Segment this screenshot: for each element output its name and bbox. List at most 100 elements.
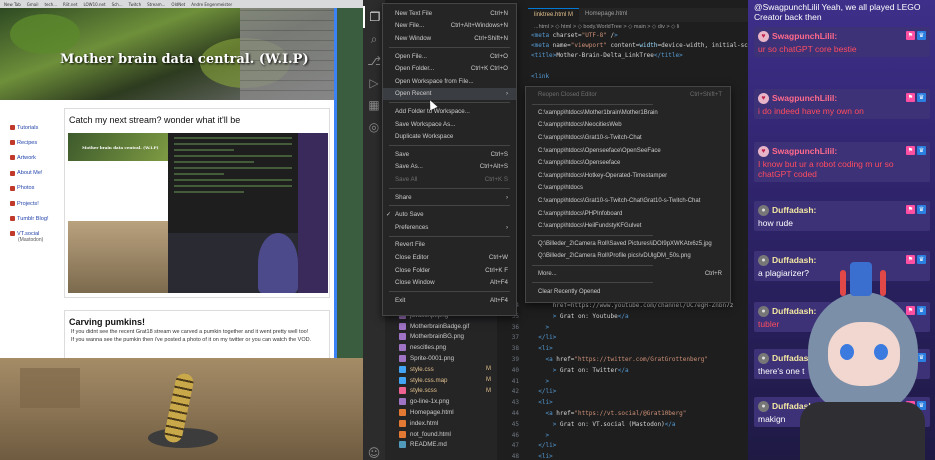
bookmark-item[interactable]: Riit.net (63, 2, 77, 7)
user-avatar-icon[interactable]: ● (758, 254, 769, 266)
bookmark-item[interactable]: New Tab (4, 2, 21, 7)
account-icon[interactable]: ☺ (363, 442, 385, 460)
code-line[interactable]: 35 > Grat on: Youtube</a (497, 313, 748, 324)
bookmark-item[interactable]: Sch... (112, 2, 123, 7)
menu-item[interactable]: C:\xampp\htdocs (526, 182, 730, 195)
code-line[interactable] (497, 63, 748, 74)
chat-username[interactable]: Duffadash: (772, 205, 816, 215)
explorer-file[interactable]: not_found.html (385, 429, 497, 440)
bookmark-item[interactable]: OldNet (171, 2, 185, 7)
explorer-file[interactable]: README.md (385, 440, 497, 451)
nav-item[interactable]: Photos (10, 181, 60, 196)
bookmark-item[interactable]: LOW10.net (83, 2, 105, 7)
explorer-file[interactable]: style.css.map M (385, 375, 497, 386)
code-line[interactable]: 42 </li> (497, 388, 748, 399)
breadcrumb[interactable]: ...html > ◇ html > ◇ body.WorldTree > ◇ … (528, 22, 748, 32)
code-line[interactable]: 43 <li> (497, 399, 748, 410)
menu-item[interactable]: C:\xampp\htdocs\Hotkey-Operated-Timestam… (526, 170, 730, 183)
user-avatar-icon[interactable]: ♥ (758, 30, 769, 42)
menu-item[interactable]: Duplicate Workspace (383, 130, 516, 143)
code-line[interactable]: 40 > Grat on: Twitter</a (497, 367, 748, 378)
code-line[interactable]: 44 <a href="https://vt.social/@Grat10ber… (497, 410, 748, 421)
code-line[interactable]: <meta charset="UTF-8" /> (497, 32, 748, 43)
nav-item[interactable]: Artwork (10, 150, 60, 165)
menu-item[interactable]: Revert File (383, 239, 516, 252)
explorer-file[interactable]: Homepage.html (385, 407, 497, 418)
code-line[interactable]: 37 </li> (497, 334, 748, 345)
explorer-file[interactable]: MotherbrainBG.png (385, 332, 497, 343)
menu-item[interactable]: Open Folder... Ctrl+K Ctrl+O (383, 62, 516, 75)
menu-item[interactable]: Save As... Ctrl+Alt+S (383, 161, 516, 174)
bookmark-item[interactable]: Stream... (147, 2, 165, 7)
code-line[interactable]: 34 href=https://www.youtube.com/channel/… (497, 302, 748, 313)
nav-item[interactable]: Recipes (10, 135, 60, 150)
menu-item[interactable]: C:\xampp\htdocs\Grat10-s-Twitch-Chat (526, 132, 730, 145)
code-line[interactable]: 39 <a href="https://twitter.com/GratGrot… (497, 356, 748, 367)
menu-item[interactable]: Q:\Billeder_2\Camera Roll\Profile pics\v… (526, 250, 730, 263)
menu-item[interactable]: C:\xampp\htdocs\PHPInfoboard (526, 207, 730, 220)
user-avatar-icon[interactable]: ● (758, 400, 769, 412)
menu-item[interactable]: New Text File Ctrl+N (383, 7, 516, 20)
explorer-file[interactable]: index.html (385, 418, 497, 429)
menu-item[interactable]: Preferences › (383, 221, 516, 234)
bookmark-item[interactable]: Gmail (27, 2, 39, 7)
editor-tab[interactable]: linktree.html M (528, 8, 580, 22)
menu-item[interactable]: Share › (383, 191, 516, 204)
menu-item[interactable]: Open Recent › (383, 87, 516, 101)
explorer-file[interactable]: go-line-1x.png (385, 396, 497, 407)
chat-username[interactable]: SwagpunchLilil: (772, 31, 837, 41)
explorer-file[interactable]: style.scss M (385, 386, 497, 397)
menu-item[interactable]: New Window Ctrl+Shift+N (383, 32, 516, 45)
code-line[interactable]: 36 > (497, 324, 748, 335)
menu-item[interactable]: Clear Recently Opened (526, 285, 730, 298)
nav-item[interactable]: Tumblr Blog! (10, 211, 60, 226)
explorer-file[interactable]: style.css M (385, 364, 497, 375)
code-line[interactable]: 41 > (497, 378, 748, 389)
explorer-file[interactable]: nescitles.png (385, 342, 497, 353)
user-avatar-icon[interactable]: ● (758, 204, 769, 216)
menu-item[interactable]: New File... Ctrl+Alt+Windows+N (383, 20, 516, 33)
user-avatar-icon[interactable]: ♥ (758, 92, 769, 104)
nav-item[interactable]: About Me! (10, 166, 60, 181)
menu-item[interactable]: C:\xampp\htdocs\Openseeface\OpenSeeFace (526, 144, 730, 157)
menu-item[interactable]: Save Ctrl+S (383, 148, 516, 161)
scrollbar[interactable] (334, 8, 337, 358)
menu-item[interactable]: Add Folder to Workspace... (383, 105, 516, 118)
menu-item[interactable]: Close Window Alt+F4 (383, 276, 516, 289)
chat-username[interactable]: SwagpunchLilil: (772, 93, 837, 103)
code-line[interactable]: <link (497, 73, 748, 84)
code-line[interactable]: 47 </li> (497, 442, 748, 453)
code-line[interactable]: 45 > Grat on: VT.social (Mastodon)</a (497, 421, 748, 432)
menu-item[interactable]: Open Workspace from File... (383, 75, 516, 88)
user-avatar-icon[interactable]: ● (758, 352, 769, 364)
menu-item[interactable]: C:\xampp\htdocs\Mother1brain\Mother1Brai… (526, 107, 730, 120)
menu-item[interactable]: C:\xampp\htdocs\Openseeface (526, 157, 730, 170)
menu-item[interactable]: C:\xampp\htdocs\NeocitiesWeb (526, 119, 730, 132)
user-avatar-icon[interactable]: ♥ (758, 145, 769, 157)
menu-item[interactable]: C:\xampp\htdocs\Grat10-s-Twitch-Chat\Gra… (526, 195, 730, 208)
code-line[interactable]: 46 > (497, 432, 748, 443)
menu-item[interactable]: Close Folder Ctrl+K F (383, 264, 516, 277)
bookmark-item[interactable]: Andre Engenmeister (191, 2, 232, 7)
nav-item[interactable]: Tutorials (10, 120, 60, 135)
bookmark-item[interactable]: Twitch (129, 2, 141, 7)
code-line[interactable]: <title>Mother-Brain-Delta_LinkTree</titl… (497, 52, 748, 63)
explorer-file[interactable]: MotherbrainBadge.gif (385, 321, 497, 332)
menu-item[interactable]: Open File... Ctrl+O (383, 50, 516, 63)
code-line[interactable]: 48 <li> (497, 453, 748, 460)
editor-tab[interactable]: Homepage.html (579, 8, 633, 22)
nav-item[interactable]: Projects! (10, 196, 60, 211)
chat-username[interactable]: SwagpunchLilil: (772, 146, 837, 156)
code-line[interactable]: 38 <li> (497, 345, 748, 356)
menu-item[interactable]: Exit Alt+F4 (383, 294, 516, 307)
bookmark-item[interactable]: tech... (44, 2, 57, 7)
menu-item[interactable]: ✓ Auto Save (383, 208, 516, 221)
menu-item[interactable]: C:\xampp\htdocs\HeilFundstyKFGulvet (526, 220, 730, 233)
user-avatar-icon[interactable]: ● (758, 305, 769, 317)
menu-item[interactable]: Save Workspace As... (383, 118, 516, 131)
code-line[interactable]: <meta name="viewport" content=width=devi… (497, 42, 748, 53)
menu-item[interactable]: Close Editor Ctrl+W (383, 251, 516, 264)
menu-item[interactable]: Q:\Billeder_2\Camera Roll\Saved Pictures… (526, 238, 730, 251)
explorer-file[interactable]: Sprite-0001.png (385, 353, 497, 364)
menu-item[interactable]: More... Ctrl+R (526, 268, 730, 281)
